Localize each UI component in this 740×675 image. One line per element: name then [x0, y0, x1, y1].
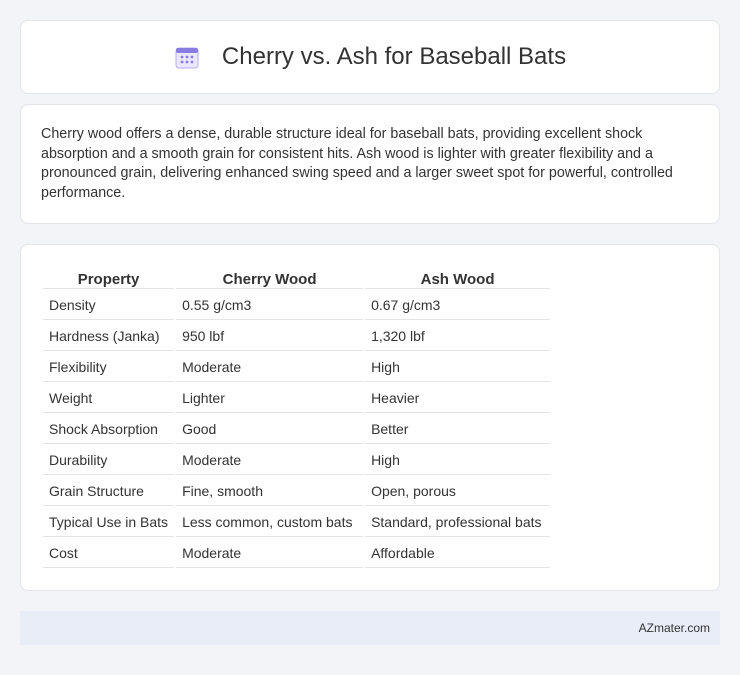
column-header-property: Property: [43, 267, 175, 289]
property-cell: Hardness (Janka): [43, 322, 175, 351]
table-header-row: Property Cherry Wood Ash Wood: [43, 267, 551, 289]
cherry-cell: Good: [176, 415, 364, 444]
table-row: Weight Lighter Heavier: [43, 384, 551, 413]
property-cell: Durability: [43, 446, 175, 475]
footer-site-link[interactable]: AZmater.com: [639, 621, 710, 635]
property-cell: Flexibility: [43, 353, 175, 382]
cherry-cell: Moderate: [176, 353, 364, 382]
table-row: Durability Moderate High: [43, 446, 551, 475]
cherry-cell: Moderate: [176, 539, 364, 568]
ash-cell: Standard, professional bats: [365, 508, 551, 537]
table-row: Grain Structure Fine, smooth Open, porou…: [43, 477, 551, 506]
ash-cell: Heavier: [365, 384, 551, 413]
ash-cell: High: [365, 353, 551, 382]
table-row: Density 0.55 g/cm3 0.67 g/cm3: [43, 291, 551, 320]
comparison-table: Property Cherry Wood Ash Wood Density 0.…: [41, 265, 552, 570]
property-cell: Weight: [43, 384, 175, 413]
column-header-ash: Ash Wood: [365, 267, 551, 289]
ash-cell: Open, porous: [365, 477, 551, 506]
title-card: Cherry vs. Ash for Baseball Bats: [20, 20, 720, 94]
cherry-cell: 0.55 g/cm3: [176, 291, 364, 320]
property-cell: Cost: [43, 539, 175, 568]
property-cell: Shock Absorption: [43, 415, 175, 444]
property-cell: Grain Structure: [43, 477, 175, 506]
column-header-cherry: Cherry Wood: [176, 267, 364, 289]
cherry-cell: Moderate: [176, 446, 364, 475]
page: Cherry vs. Ash for Baseball Bats Cherry …: [0, 0, 740, 675]
ash-cell: 0.67 g/cm3: [365, 291, 551, 320]
ash-cell: Affordable: [365, 539, 551, 568]
intro-card: Cherry wood offers a dense, durable stru…: [20, 104, 720, 224]
cherry-cell: Less common, custom bats: [176, 508, 364, 537]
cherry-cell: Fine, smooth: [176, 477, 364, 506]
table-row: Hardness (Janka) 950 lbf 1,320 lbf: [43, 322, 551, 351]
table-row: Cost Moderate Affordable: [43, 539, 551, 568]
cherry-cell: 950 lbf: [176, 322, 364, 351]
footer: AZmater.com: [20, 611, 720, 645]
table-row: Flexibility Moderate High: [43, 353, 551, 382]
comparison-card: Property Cherry Wood Ash Wood Density 0.…: [20, 244, 720, 591]
calendar-icon: [174, 44, 200, 70]
ash-cell: Better: [365, 415, 551, 444]
page-title: Cherry vs. Ash for Baseball Bats: [221, 43, 567, 70]
property-cell: Density: [43, 291, 175, 320]
ash-cell: 1,320 lbf: [365, 322, 551, 351]
cherry-cell: Lighter: [176, 384, 364, 413]
intro-paragraph: Cherry wood offers a dense, durable stru…: [41, 126, 673, 201]
table-row: Shock Absorption Good Better: [43, 415, 551, 444]
table-row: Typical Use in Bats Less common, custom …: [43, 508, 551, 537]
property-cell: Typical Use in Bats: [43, 508, 175, 537]
ash-cell: High: [365, 446, 551, 475]
